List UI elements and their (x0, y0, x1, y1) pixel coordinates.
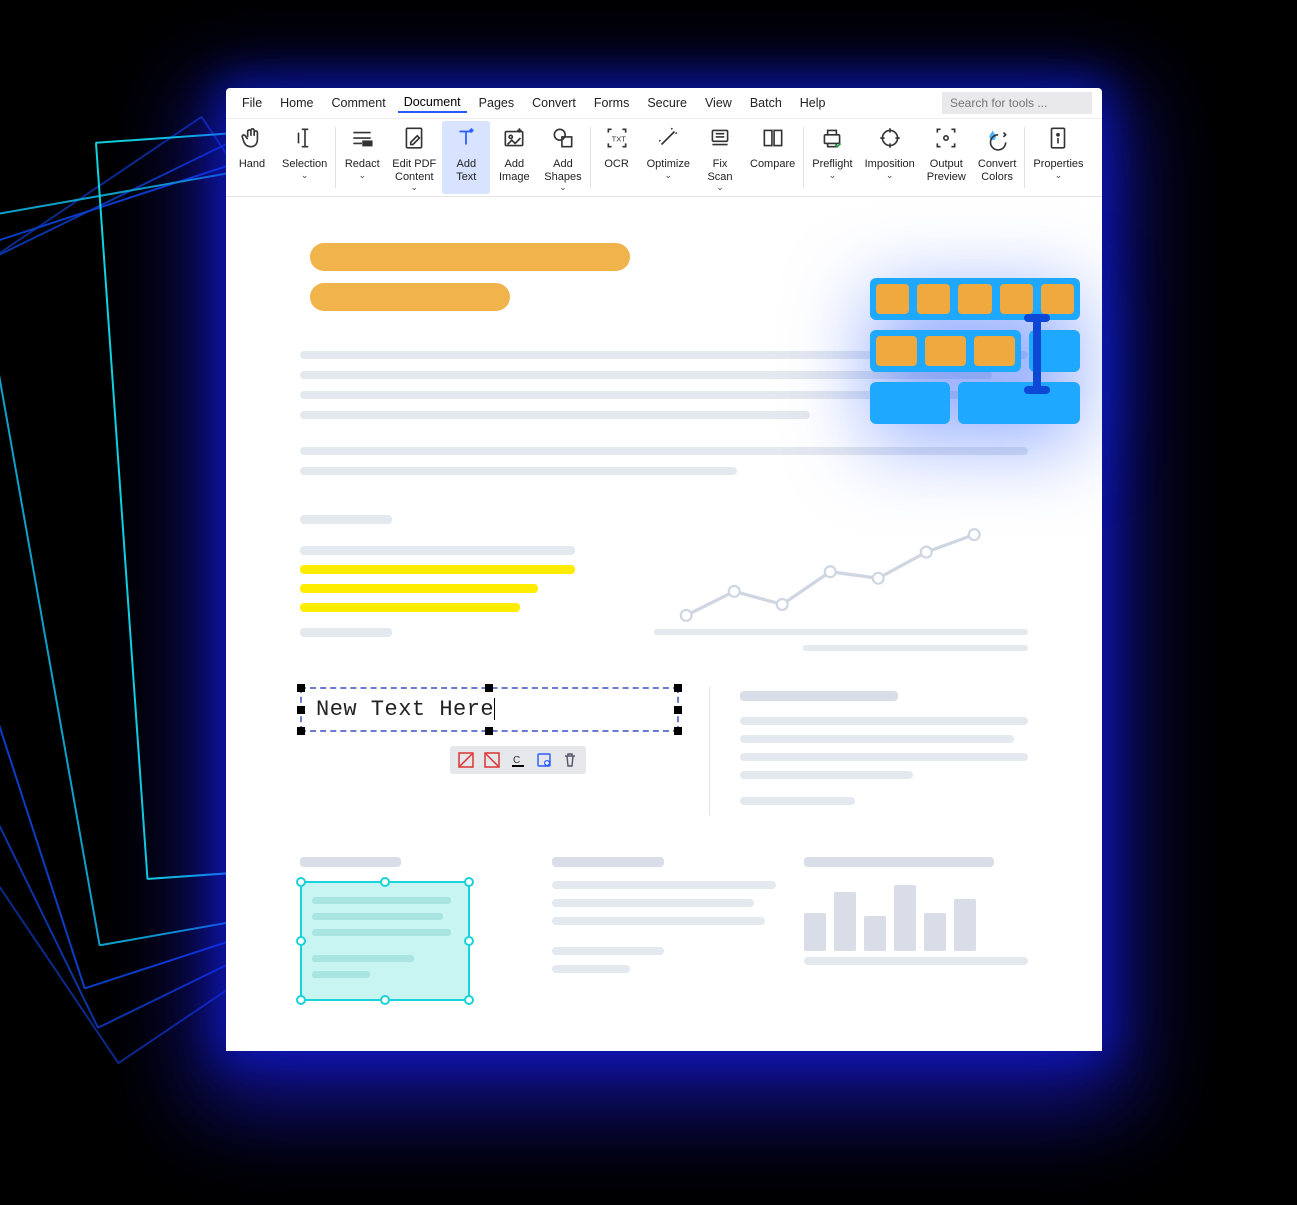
properties-tool[interactable]: Properties ⌄ (1027, 121, 1089, 194)
flip-vertical-button[interactable] (482, 750, 502, 770)
edit-pdf-content-tool[interactable]: Edit PDF Content ⌄ (386, 121, 442, 194)
color-swap-icon (984, 125, 1010, 156)
chevron-down-icon: ⌄ (665, 171, 673, 180)
chevron-down-icon: ⌄ (559, 183, 567, 192)
title-highlight-2 (310, 283, 510, 311)
scanner-icon (707, 125, 733, 156)
menu-forms[interactable]: Forms (588, 94, 635, 112)
pencil-page-icon (401, 125, 427, 156)
menu-document[interactable]: Document (398, 93, 467, 113)
ribbon-toolbar: Hand Selection ⌄ Redact ⌄ Edit PDF Conte… (226, 119, 1102, 197)
preflight-label: Preflight (812, 158, 852, 171)
menu-comment[interactable]: Comment (326, 94, 392, 112)
title-highlight-1 (310, 243, 630, 271)
ocr-icon: TXT (604, 125, 630, 156)
redact-icon (349, 125, 375, 156)
menu-home[interactable]: Home (274, 94, 319, 112)
left-column (300, 515, 606, 647)
compare-label: Compare (750, 158, 795, 171)
menu-help[interactable]: Help (794, 94, 832, 112)
add-text-label: Add Text (456, 158, 476, 183)
redact-tool[interactable]: Redact ⌄ (338, 121, 386, 194)
compare-tool[interactable]: Compare (744, 121, 801, 194)
chevron-down-icon: ⌄ (358, 171, 366, 180)
imposition-label: Imposition (865, 158, 915, 171)
add-image-tool[interactable]: Add Image (490, 121, 538, 194)
add-shapes-tool[interactable]: Add Shapes ⌄ (538, 121, 587, 194)
magic-wand-icon (655, 125, 681, 156)
menu-secure[interactable]: Secure (641, 94, 693, 112)
menu-bar: File Home Comment Document Pages Convert… (226, 88, 1102, 119)
chevron-down-icon: ⌄ (411, 183, 419, 192)
pdf-editor-window: File Home Comment Document Pages Convert… (226, 88, 1102, 1051)
svg-text:TXT: TXT (611, 134, 626, 143)
preflight-tool[interactable]: Preflight ⌄ (806, 121, 858, 194)
new-text-box[interactable]: New Text Here (300, 687, 679, 732)
selection-label: Selection (282, 158, 327, 171)
chevron-down-icon: ⌄ (716, 183, 724, 192)
output-preview-icon (933, 125, 959, 156)
object-properties-button[interactable] (534, 750, 554, 770)
page-info-icon (1045, 125, 1071, 156)
convert-colors-tool[interactable]: Convert Colors (972, 121, 1023, 194)
menu-view[interactable]: View (699, 94, 738, 112)
text-cursor-icon (1022, 314, 1052, 394)
font-color-button[interactable]: C (508, 750, 528, 770)
search-input[interactable] (942, 92, 1092, 114)
optimize-label: Optimize (647, 158, 690, 171)
bar-chart-placeholder (804, 857, 1028, 1001)
menu-pages[interactable]: Pages (473, 94, 520, 112)
menu-file[interactable]: File (236, 94, 268, 112)
crosshair-icon (877, 125, 903, 156)
selected-shape-block[interactable] (300, 857, 524, 1001)
svg-text:C: C (513, 755, 520, 766)
text-box-content: New Text Here (316, 697, 494, 722)
chevron-down-icon: ⌄ (1055, 171, 1063, 180)
chevron-down-icon: ⌄ (301, 171, 309, 180)
hand-icon (239, 125, 265, 156)
compare-icon (760, 125, 786, 156)
fix-scan-label: Fix Scan (707, 158, 732, 183)
add-image-label: Add Image (499, 158, 530, 183)
delete-button[interactable] (560, 750, 580, 770)
menu-batch[interactable]: Batch (744, 94, 788, 112)
selection-tool[interactable]: Selection ⌄ (276, 121, 333, 194)
fix-scan-tool[interactable]: Fix Scan ⌄ (696, 121, 744, 194)
printer-check-icon (819, 125, 845, 156)
menu-convert[interactable]: Convert (526, 94, 582, 112)
redact-label: Redact (345, 158, 380, 171)
middle-text-block (552, 857, 776, 1001)
right-text-block (740, 687, 1028, 815)
table-layout-widget[interactable] (870, 278, 1080, 434)
ocr-tool[interactable]: TXT OCR (593, 121, 641, 194)
add-text-tool[interactable]: Add Text (442, 121, 490, 194)
line-chart-placeholder (654, 515, 1028, 647)
output-preview-tool[interactable]: Output Preview (921, 121, 972, 194)
add-shapes-label: Add Shapes (544, 158, 581, 183)
text-context-toolbar: C (450, 746, 586, 774)
ocr-label: OCR (604, 158, 628, 171)
chevron-down-icon: ⌄ (829, 171, 837, 180)
optimize-tool[interactable]: Optimize ⌄ (641, 121, 696, 194)
output-preview-label: Output Preview (927, 158, 966, 183)
imposition-tool[interactable]: Imposition ⌄ (859, 121, 921, 194)
image-plus-icon (501, 125, 527, 156)
chevron-down-icon: ⌄ (886, 171, 894, 180)
hand-label: Hand (239, 158, 265, 171)
hand-tool[interactable]: Hand (228, 121, 276, 194)
flip-horizontal-button[interactable] (456, 750, 476, 770)
add-text-icon (453, 125, 479, 156)
shapes-icon (550, 125, 576, 156)
edit-pdf-label: Edit PDF Content (392, 158, 436, 183)
convert-colors-label: Convert Colors (978, 158, 1017, 183)
properties-label: Properties (1033, 158, 1083, 171)
text-cursor-icon (292, 125, 318, 156)
